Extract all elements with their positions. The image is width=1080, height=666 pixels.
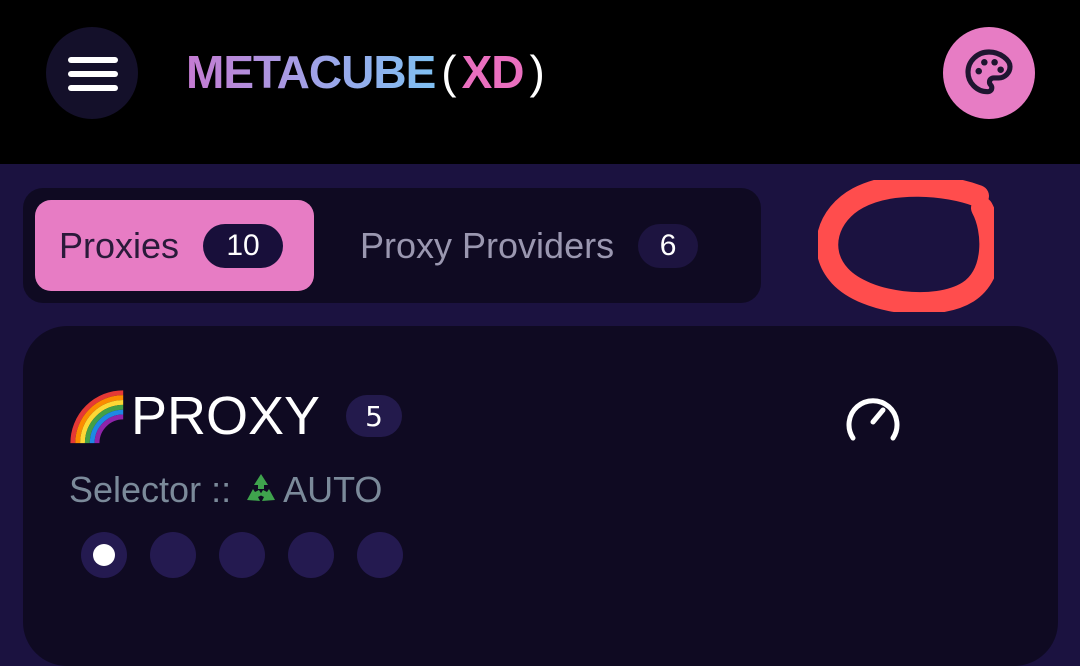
proxy-dot[interactable] [150,532,196,578]
theme-button[interactable] [943,27,1035,119]
hamburger-menu-icon [68,57,118,63]
proxy-dot[interactable] [81,532,127,578]
tab-bar: Proxies 10 Proxy Providers 6 [23,188,761,303]
tab-proxies-label: Proxies [59,224,180,266]
top-bar: METACUBE(XD) [0,0,1080,164]
palette-icon [965,49,1013,95]
tab-proxy-providers-count-badge: 6 [638,223,699,268]
recycle-icon [247,474,276,501]
red-circle-annotation [818,180,994,312]
proxy-dot[interactable] [219,532,265,578]
menu-button[interactable] [46,27,138,119]
tab-proxy-providers[interactable]: Proxy Providers 6 [338,200,748,291]
hamburger-menu-icon-line [68,85,118,91]
proxy-group-type: Selector :: [69,469,232,510]
rainbow-icon [70,390,124,444]
proxy-group-selected: AUTO [283,469,383,510]
logo-close-paren: ) [529,46,544,98]
proxy-dot[interactable] [357,532,403,578]
tab-proxies-count-badge: 10 [203,223,284,268]
logo-xd-text: XD [461,46,525,98]
hamburger-menu-icon-line [68,71,118,77]
proxy-group-title: PROXY 5 [67,384,403,448]
app-logo: METACUBE(XD) [186,42,550,102]
proxy-status-dots [81,532,426,578]
proxy-group-count-badge: 5 [346,395,403,437]
proxy-dot[interactable] [288,532,334,578]
tab-proxies[interactable]: Proxies 10 [35,200,314,291]
proxy-group-card[interactable]: PROXY 5 Selector :: AUTO [23,326,1058,666]
logo-open-paren: ( [441,46,456,98]
speedometer-icon[interactable] [843,388,903,448]
tab-proxy-providers-label: Proxy Providers [360,224,615,266]
logo-main-text: METACUBE [186,46,436,98]
proxy-group-selector-info: Selector :: AUTO [69,468,382,512]
proxy-group-name: PROXY [131,386,321,446]
